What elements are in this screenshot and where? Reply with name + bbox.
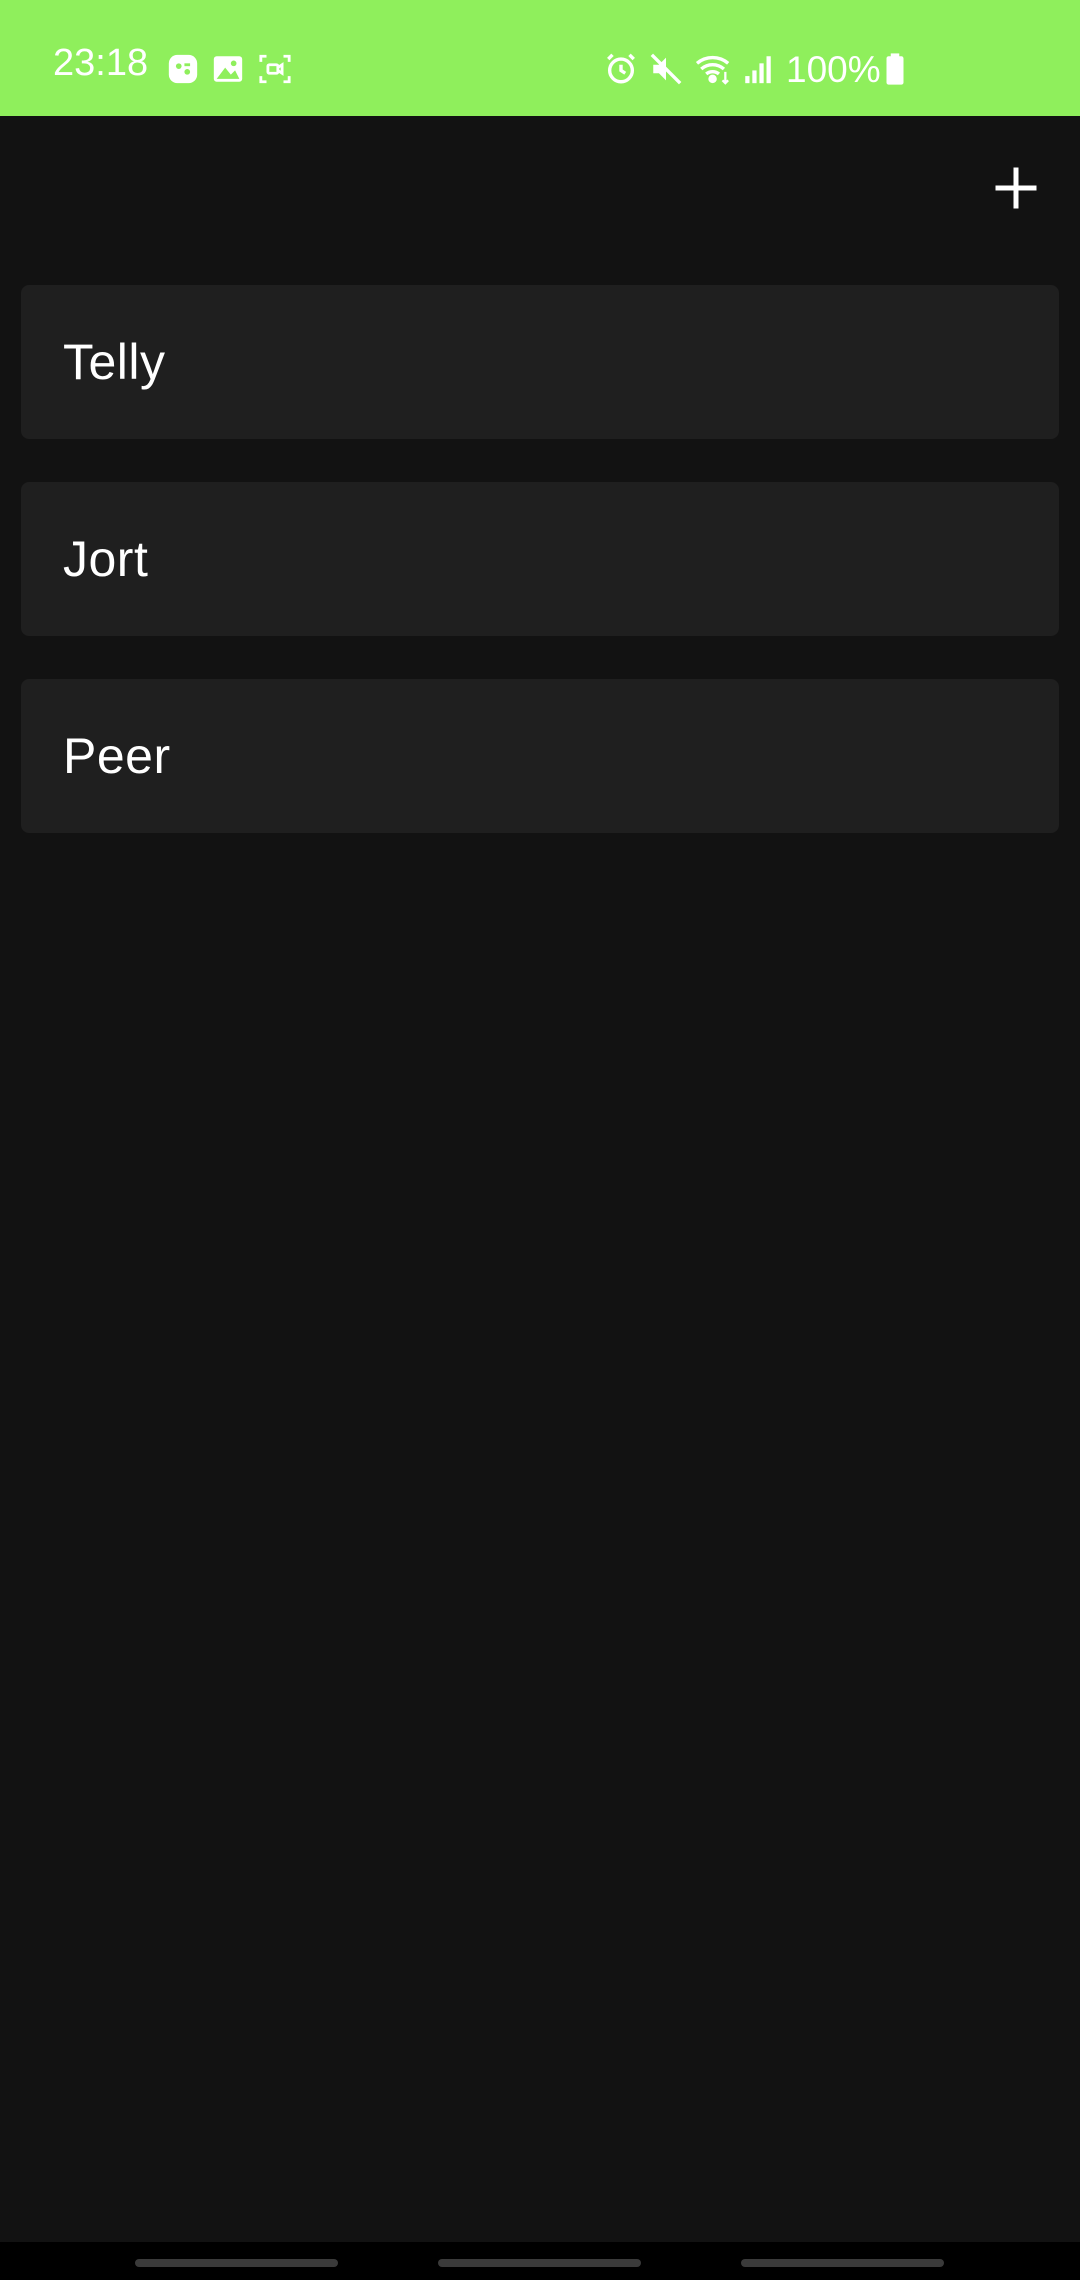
app-screen: 23:18 100% Telly Jort Peer bbox=[0, 0, 1080, 2280]
gallery-icon bbox=[211, 52, 245, 86]
list-item-label: Telly bbox=[63, 334, 166, 390]
wifi-icon bbox=[694, 52, 734, 86]
plus-icon bbox=[995, 167, 1037, 209]
status-time: 23:18 bbox=[53, 42, 149, 84]
nav-recents-button[interactable] bbox=[135, 2259, 338, 2267]
battery-percent: 100% bbox=[786, 49, 881, 90]
alarm-icon bbox=[604, 52, 638, 86]
game-launcher-icon bbox=[166, 52, 200, 86]
list-item[interactable]: Peer bbox=[21, 679, 1059, 833]
add-button[interactable] bbox=[990, 162, 1042, 214]
list-item[interactable]: Telly bbox=[21, 285, 1059, 439]
item-list: Telly Jort Peer bbox=[21, 285, 1059, 876]
screen-recorder-icon bbox=[258, 52, 292, 86]
navigation-bar bbox=[0, 2242, 1080, 2280]
list-item-label: Jort bbox=[63, 531, 149, 587]
signal-icon bbox=[741, 52, 775, 86]
nav-back-button[interactable] bbox=[741, 2259, 944, 2267]
list-item[interactable]: Jort bbox=[21, 482, 1059, 636]
list-item-label: Peer bbox=[63, 728, 171, 784]
nav-home-button[interactable] bbox=[438, 2259, 641, 2267]
status-bar: 23:18 100% bbox=[0, 0, 1080, 116]
battery-icon bbox=[882, 52, 908, 86]
mute-icon bbox=[649, 52, 683, 86]
